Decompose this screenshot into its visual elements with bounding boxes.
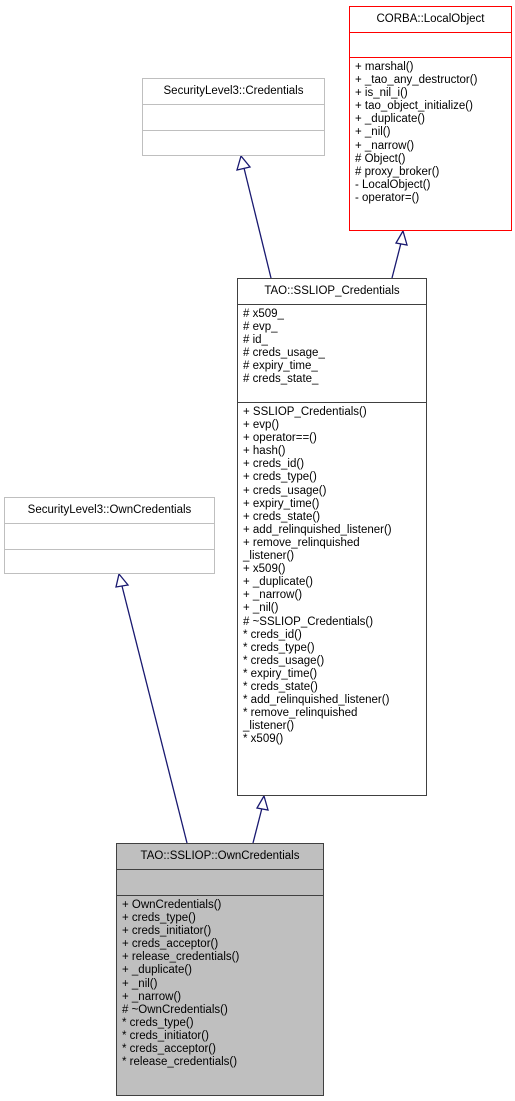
attribute-item[interactable]: # evp_ <box>243 321 426 334</box>
edge-own-credentials-to-sslio-credentials <box>252 807 263 844</box>
method-item[interactable]: + operator==() <box>243 432 426 445</box>
method-item[interactable]: + creds_usage() <box>243 485 426 498</box>
method-item[interactable]: + _narrow() <box>122 991 323 1004</box>
inheritance-arrowhead-icon <box>394 229 408 246</box>
method-item[interactable]: + creds_type() <box>122 912 323 925</box>
method-item[interactable]: + creds_acceptor() <box>122 938 323 951</box>
method-item[interactable]: * creds_id() <box>243 629 426 642</box>
edge-sslio-credentials-to-corba-local-object <box>391 242 402 279</box>
method-item[interactable]: * creds_usage() <box>243 655 426 668</box>
attribute-item[interactable]: # x509_ <box>243 308 426 321</box>
inheritance-arrowhead-icon <box>236 154 252 171</box>
method-item[interactable]: + remove_relinquished <box>243 537 426 550</box>
attribute-item[interactable]: # creds_state_ <box>243 373 426 386</box>
method-item[interactable]: + _duplicate() <box>243 576 426 589</box>
class-sslio-credentials[interactable]: TAO::SSLIOP_Credentials # x509_ # evp_ # i… <box>237 278 427 796</box>
attributes-section <box>143 104 324 130</box>
inheritance-arrowhead-icon <box>115 572 130 588</box>
attributes-section: # x509_ # evp_ # id_ # creds_usage_ # expiry… <box>238 304 426 402</box>
class-sl3-own-credentials[interactable]: SecurityLevel3::OwnCredentials <box>4 497 215 574</box>
class-name: TAO::SSLIOP_Credentials <box>264 285 400 297</box>
inheritance-arrowhead-icon <box>255 794 269 811</box>
class-name: TAO::SSLIOP::OwnCredentials <box>140 850 300 862</box>
method-item[interactable]: # Object() <box>355 153 511 166</box>
method-item[interactable]: + creds_type() <box>243 471 426 484</box>
method-item[interactable]: # proxy_broker() <box>355 166 511 179</box>
method-item[interactable]: + x509() <box>243 563 426 576</box>
method-item[interactable]: # ~OwnCredentials() <box>122 1004 323 1017</box>
class-name: SecurityLevel3::OwnCredentials <box>27 504 192 516</box>
method-item[interactable]: + evp() <box>243 419 426 432</box>
attribute-item[interactable]: # id_ <box>243 334 426 347</box>
method-item[interactable]: + is_nil_i() <box>355 87 511 100</box>
edge-own-credentials-to-sl3-own-credentials <box>121 585 188 844</box>
methods-section <box>143 130 324 155</box>
attributes-section <box>350 32 511 57</box>
method-item[interactable]: + expiry_time() <box>243 498 426 511</box>
method-item[interactable]: + tao_object_initialize() <box>355 100 511 113</box>
class-name: SecurityLevel3::Credentials <box>163 85 304 97</box>
edge-sslio-credentials-to-sl3-credentials <box>243 167 272 279</box>
methods-section: + marshal() + _tao_any_destructor() + is_n… <box>350 57 511 208</box>
method-item[interactable]: + _nil() <box>355 126 511 139</box>
method-item[interactable]: + _narrow() <box>355 140 511 153</box>
method-item[interactable]: - LocalObject() <box>355 179 511 192</box>
method-item[interactable]: + creds_initiator() <box>122 925 323 938</box>
class-sl3-credentials[interactable]: SecurityLevel3::Credentials <box>142 78 325 156</box>
method-item[interactable]: + _nil() <box>122 978 323 991</box>
methods-section: + SSLIOP_Credentials() + evp() + operator=… <box>238 402 426 749</box>
method-item[interactable]: + _narrow() <box>243 589 426 602</box>
method-item[interactable]: + OwnCredentials() <box>122 899 323 912</box>
method-item[interactable]: * creds_acceptor() <box>122 1043 323 1056</box>
attribute-item[interactable]: # creds_usage_ <box>243 347 426 360</box>
method-item[interactable]: * add_relinquished_listener() <box>243 694 426 707</box>
class-name: CORBA::LocalObject <box>376 13 485 25</box>
method-item[interactable]: * creds_type() <box>243 642 426 655</box>
method-item[interactable]: * creds_initiator() <box>122 1030 323 1043</box>
method-item[interactable]: + creds_state() <box>243 511 426 524</box>
method-item[interactable]: * creds_state() <box>243 681 426 694</box>
attributes-section <box>117 869 323 895</box>
class-corba-local-object[interactable]: CORBA::LocalObject + marshal() + _tao_any… <box>349 6 512 231</box>
method-item[interactable]: * creds_type() <box>122 1017 323 1030</box>
method-item[interactable]: * expiry_time() <box>243 668 426 681</box>
method-item[interactable]: + SSLIOP_Credentials() <box>243 406 426 419</box>
method-item[interactable]: * x509() <box>243 733 426 746</box>
attribute-item[interactable]: # expiry_time_ <box>243 360 426 373</box>
method-item[interactable]: + release_credentials() <box>122 951 323 964</box>
method-item[interactable]: + add_relinquished_listener() <box>243 524 426 537</box>
method-item[interactable]: - operator=() <box>355 192 511 205</box>
methods-section <box>5 549 214 574</box>
methods-section: + OwnCredentials() + creds_type() + creds_… <box>117 895 323 1072</box>
method-item[interactable]: _listener() <box>243 720 426 733</box>
method-item[interactable]: + marshal() <box>355 61 511 74</box>
method-item[interactable]: + hash() <box>243 445 426 458</box>
method-item[interactable]: * remove_relinquished <box>243 707 426 720</box>
method-item[interactable]: + _duplicate() <box>355 113 511 126</box>
attributes-section <box>5 523 214 549</box>
method-item[interactable]: + _tao_any_destructor() <box>355 74 511 87</box>
method-item[interactable]: * release_credentials() <box>122 1056 323 1069</box>
method-item[interactable]: + _nil() <box>243 602 426 615</box>
method-item[interactable]: + _duplicate() <box>122 964 323 977</box>
method-item[interactable]: + creds_id() <box>243 458 426 471</box>
method-item[interactable]: _listener() <box>243 550 426 563</box>
method-item[interactable]: # ~SSLIOP_Credentials() <box>243 616 426 629</box>
class-sslio-own-credentials[interactable]: TAO::SSLIOP::OwnCredentials + OwnCredent… <box>116 843 324 1096</box>
